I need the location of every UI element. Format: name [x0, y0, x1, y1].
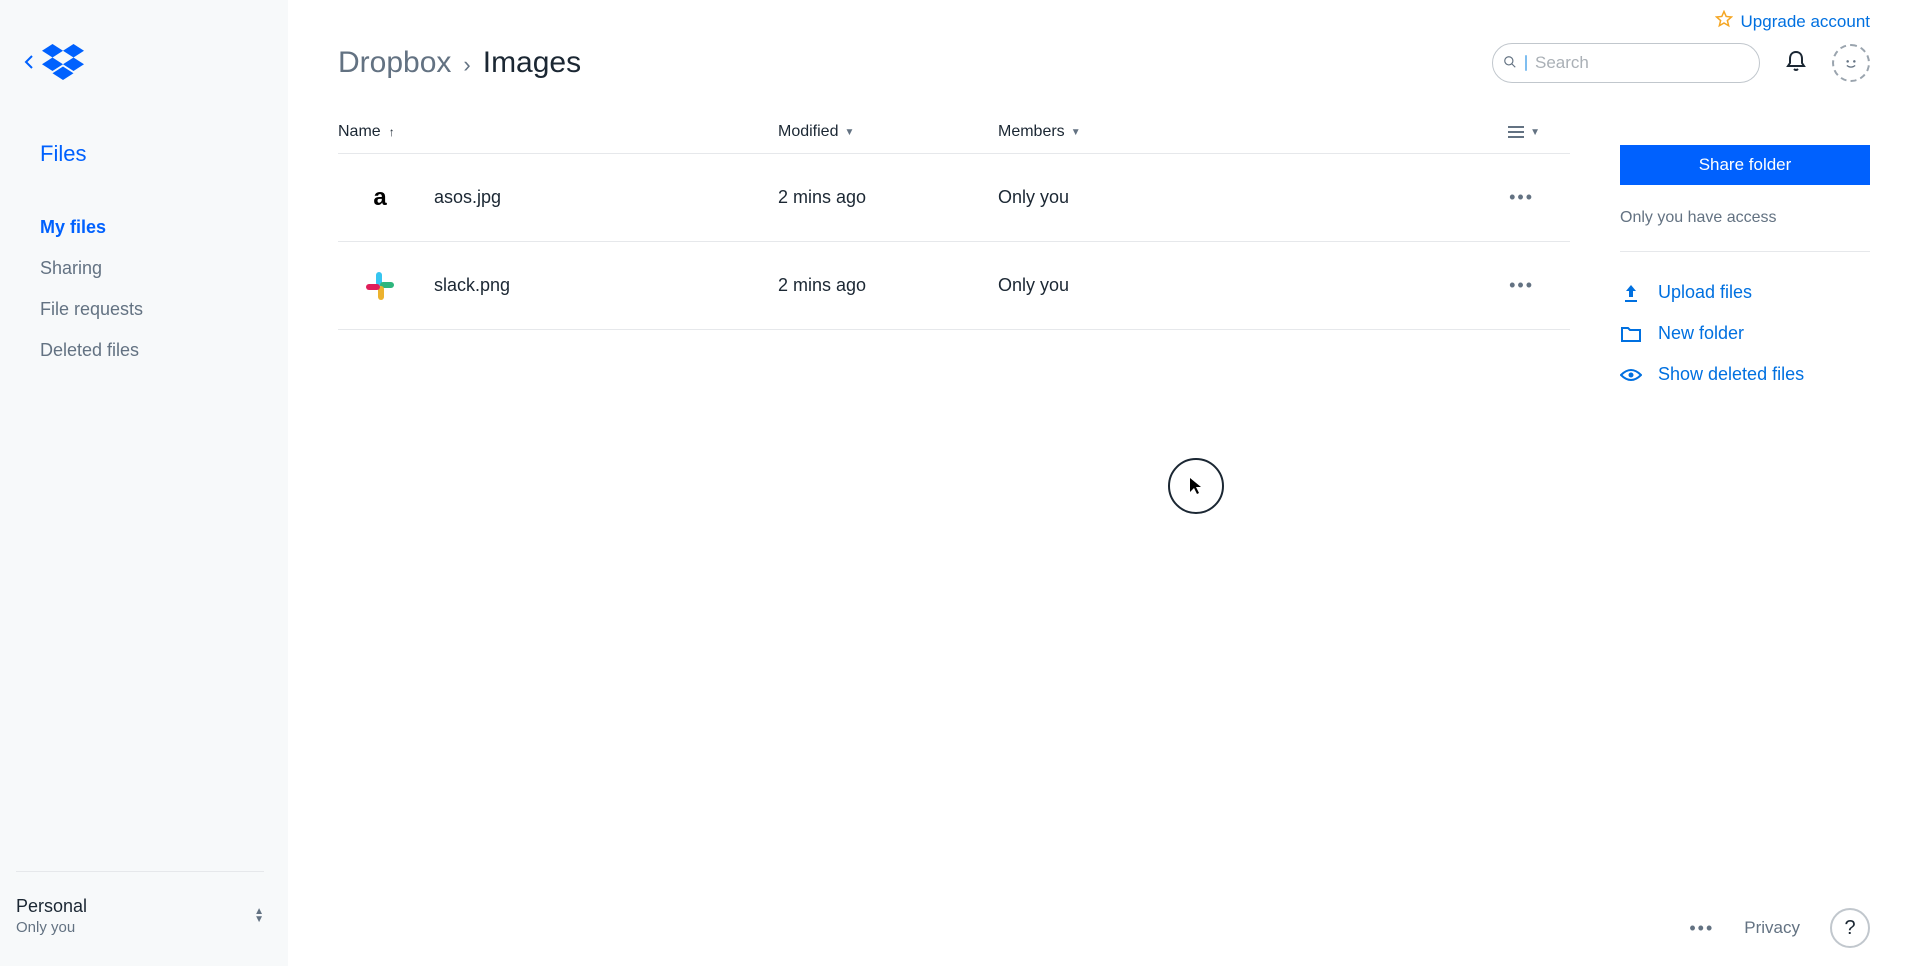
sort-asc-icon: ↑	[389, 125, 395, 139]
search-input[interactable]	[1535, 53, 1756, 73]
folder-scope-icon[interactable]	[1525, 55, 1527, 71]
sidebar-item-file-requests[interactable]: File requests	[0, 289, 288, 330]
back-arrow-icon[interactable]	[24, 54, 34, 75]
caret-down-icon: ▼	[1071, 127, 1081, 138]
account-name: Personal	[16, 896, 87, 917]
avatar[interactable]	[1832, 44, 1870, 82]
breadcrumb-root[interactable]: Dropbox	[338, 46, 451, 80]
file-modified: 2 mins ago	[778, 187, 998, 208]
table-row[interactable]: a asos.jpg 2 mins ago Only you •••	[338, 154, 1570, 242]
upload-icon	[1620, 283, 1642, 303]
sidebar: Files My files Sharing File requests Del…	[0, 0, 288, 966]
column-header-modified-label: Modified	[778, 123, 838, 141]
bell-icon[interactable]	[1784, 49, 1808, 78]
view-mode-toggle[interactable]: ▼	[1508, 125, 1570, 139]
chevron-right-icon: ›	[463, 52, 470, 78]
show-deleted-action[interactable]: Show deleted files	[1620, 354, 1870, 395]
sidebar-item-my-files[interactable]: My files	[0, 207, 288, 248]
sidebar-item-sharing[interactable]: Sharing	[0, 248, 288, 289]
breadcrumb-current: Images	[483, 46, 581, 80]
account-switcher[interactable]: Personal Only you ▲▼	[16, 871, 264, 966]
file-modified: 2 mins ago	[778, 275, 998, 296]
upgrade-account-link[interactable]: Upgrade account	[1741, 12, 1870, 32]
action-label: Upload files	[1658, 282, 1752, 303]
search-icon	[1503, 55, 1517, 72]
column-header-name-label: Name	[338, 123, 381, 141]
file-name: asos.jpg	[434, 187, 501, 208]
help-button[interactable]: ?	[1830, 908, 1870, 948]
file-thumbnail-asos: a	[362, 180, 398, 216]
upload-files-action[interactable]: Upload files	[1620, 272, 1870, 313]
column-header-modified[interactable]: Modified ▼	[778, 123, 998, 141]
main-content: Upgrade account Dropbox › Images	[288, 0, 1920, 966]
side-panel: Share folder Only you have access Upload…	[1620, 123, 1870, 395]
file-thumbnail-slack	[362, 268, 398, 304]
nav-heading[interactable]: Files	[0, 141, 288, 167]
file-members: Only you	[998, 275, 1158, 296]
breadcrumb: Dropbox › Images	[338, 46, 581, 80]
action-label: Show deleted files	[1658, 364, 1804, 385]
access-text: Only you have access	[1620, 209, 1870, 252]
search-box[interactable]	[1492, 43, 1760, 83]
action-label: New folder	[1658, 323, 1744, 344]
account-sub: Only you	[16, 919, 87, 936]
cursor-indicator	[1168, 458, 1224, 514]
table-row[interactable]: slack.png 2 mins ago Only you •••	[338, 242, 1570, 330]
file-members: Only you	[998, 187, 1158, 208]
svg-text:a: a	[373, 184, 387, 211]
file-name: slack.png	[434, 275, 510, 296]
folder-icon	[1620, 326, 1642, 342]
row-more-icon[interactable]: •••	[1509, 275, 1570, 296]
row-more-icon[interactable]: •••	[1509, 187, 1570, 208]
star-icon	[1715, 10, 1733, 33]
sidebar-item-deleted-files[interactable]: Deleted files	[0, 330, 288, 371]
eye-icon	[1620, 368, 1642, 382]
caret-down-icon: ▼	[1530, 127, 1540, 138]
column-header-members[interactable]: Members ▼	[998, 123, 1158, 141]
privacy-link[interactable]: Privacy	[1744, 918, 1800, 938]
column-header-name[interactable]: Name ↑	[338, 123, 778, 141]
column-header-members-label: Members	[998, 123, 1065, 141]
file-table: Name ↑ Modified ▼ Members ▼ ▼	[338, 123, 1570, 395]
updown-icon: ▲▼	[254, 908, 264, 924]
nav-list: My files Sharing File requests Deleted f…	[0, 207, 288, 371]
new-folder-action[interactable]: New folder	[1620, 313, 1870, 354]
dropbox-logo-icon[interactable]	[42, 44, 84, 85]
share-folder-button[interactable]: Share folder	[1620, 145, 1870, 185]
footer-more-icon[interactable]: •••	[1689, 918, 1714, 939]
caret-down-icon: ▼	[844, 127, 854, 138]
